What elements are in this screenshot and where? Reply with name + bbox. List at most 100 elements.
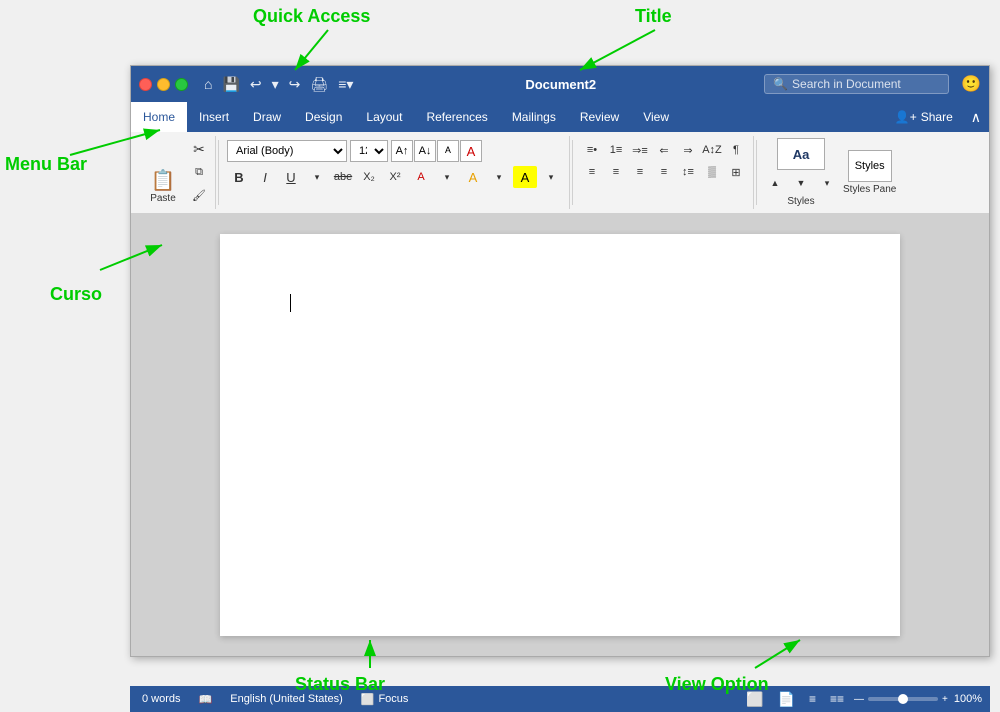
search-box[interactable]: 🔍 Search in Document [764,74,949,94]
paste-split-buttons: ✂ ⧉ 🖌 [187,139,211,207]
focus-mode[interactable]: ⬜ Focus [357,691,413,708]
print-layout-button[interactable]: ⬜ [742,689,767,710]
line-spacing-button[interactable]: ↕≡ [677,162,699,182]
align-left-button[interactable]: ≡ [581,162,603,182]
language[interactable]: English (United States) [226,691,347,707]
menu-item-references[interactable]: References [414,102,499,132]
menu-right: 👤+ Share ∧ [885,102,989,132]
font-size-buttons: A↑ A↓ ᴬ A [391,140,482,162]
para-row-1: ≡• 1≡ ⇒≡ ⇐ ⇒ A↕Z ¶ [581,140,747,160]
menu-item-home[interactable]: Home [131,102,187,132]
menu-item-mailings[interactable]: Mailings [500,102,568,132]
zoom-slider[interactable]: — + [854,694,948,705]
styles-preview: Aa [777,138,825,170]
subscript-button[interactable]: X₂ [357,166,381,188]
underline-button[interactable]: U [279,166,303,188]
font-name-select[interactable]: Arial (Body) [227,140,347,162]
title-bar: ⌂ 💾 ↩ ▾ ↪ 🖨 ≡▾ Document2 🔍 Search in Doc… [131,66,989,102]
share-button[interactable]: 👤+ Share [885,110,963,124]
home-icon[interactable]: ⌂ [200,74,216,94]
font-color-dropdown[interactable]: ▾ [487,166,511,188]
font-size-select[interactable]: 12 [350,140,388,162]
styles-up-button[interactable]: ▲ [763,172,787,194]
strikethrough-button[interactable]: abe [331,166,355,188]
word-count-label: 0 words [142,693,181,705]
language-label: English (United States) [230,693,343,705]
word-count[interactable]: 0 words [138,691,185,707]
focus-icon: ⬜ [361,693,375,706]
document-page[interactable] [220,234,900,636]
borders-button[interactable]: ⊞ [725,162,747,182]
styles-down-button[interactable]: ▼ [789,172,813,194]
cut-button[interactable]: ✂ [187,139,211,161]
zoom-thumb [898,694,908,704]
svg-text:Title: Title [635,6,672,26]
maximize-button[interactable] [175,78,188,91]
emoji-button[interactable]: 🙂 [961,74,981,94]
document-area[interactable] [131,214,989,656]
read-mode-button[interactable]: 📄 [774,689,799,710]
paste-button[interactable]: 📋 Paste [141,168,185,207]
format-painter-button[interactable]: 🖌 [187,185,211,207]
menu-item-view[interactable]: View [631,102,681,132]
text-highlight-dropdown[interactable]: ▾ [539,166,563,188]
align-center-button[interactable]: ≡ [605,162,627,182]
outline-view-button[interactable]: ≡≡ [826,690,848,708]
undo-dropdown-icon[interactable]: ▾ [268,74,283,95]
copy-button[interactable]: ⧉ [187,162,211,184]
menu-item-layout[interactable]: Layout [354,102,414,132]
close-button[interactable] [139,78,152,91]
multilevel-list-button[interactable]: ⇒≡ [629,140,651,160]
svg-text:Curso: Curso [50,284,102,304]
menu-item-insert[interactable]: Insert [187,102,241,132]
ribbon-separator-1 [218,140,219,205]
paste-label: Paste [150,193,176,204]
decrease-indent-button[interactable]: ⇐ [653,140,675,160]
shading-button[interactable]: ▒ [701,162,723,182]
underline-dropdown[interactable]: ▾ [305,166,329,188]
numbering-button[interactable]: 1≡ [605,140,627,160]
search-icon: 🔍 [773,77,788,91]
para-row-2: ≡ ≡ ≡ ≡ ↕≡ ▒ ⊞ [581,162,747,182]
clear-format-button[interactable]: ᴬ [437,140,459,162]
menu-item-design[interactable]: Design [293,102,354,132]
bold-button[interactable]: B [227,166,251,188]
proofing-icon[interactable]: 📖 [195,691,217,708]
collapse-ribbon-button[interactable]: ∧ [963,109,989,126]
italic-button[interactable]: I [253,166,277,188]
styles-label: Styles [787,196,814,207]
styles-group: Aa ▲ ▼ ▾ Styles Styles Styles Pane [759,136,900,209]
traffic-lights [139,78,188,91]
bullets-button[interactable]: ≡• [581,140,603,160]
align-right-button[interactable]: ≡ [629,162,651,182]
superscript-button[interactable]: X² [383,166,407,188]
decrease-font-size-button[interactable]: A↓ [414,140,436,162]
focus-label: Focus [378,693,408,705]
paragraph-group: ≡• 1≡ ⇒≡ ⇐ ⇒ A↕Z ¶ ≡ ≡ ≡ ≡ ↕≡ ▒ ⊞ [575,136,754,209]
font-color-button[interactable]: A [461,166,485,188]
text-highlight-button[interactable]: A [513,166,537,188]
justify-button[interactable]: ≡ [653,162,675,182]
save-icon[interactable]: 💾 [218,74,243,95]
increase-indent-button[interactable]: ⇒ [677,140,699,160]
menu-item-review[interactable]: Review [568,102,631,132]
paragraph-buttons: ≡• 1≡ ⇒≡ ⇐ ⇒ A↕Z ¶ ≡ ≡ ≡ ≡ ↕≡ ▒ ⊞ [581,140,747,182]
font-row: Arial (Body) 12 A↑ A↓ ᴬ A [227,140,482,162]
undo-icon[interactable]: ↩ [246,74,266,95]
format-row: B I U ▾ abe X₂ X² A ▾ A ▾ A ▾ [227,166,563,188]
list-view-button[interactable]: ≡ [805,690,820,708]
increase-font-size-button[interactable]: A↑ [391,140,413,162]
highlight-color-button[interactable]: A [409,166,433,188]
customize-qa-icon[interactable]: ≡▾ [334,74,357,95]
styles-expand-button[interactable]: ▾ [815,172,839,194]
sort-button[interactable]: A↕Z [701,140,723,160]
show-hide-button[interactable]: ¶ [725,140,747,160]
ribbon-separator-3 [756,140,757,205]
menu-item-draw[interactable]: Draw [241,102,293,132]
text-effects-button[interactable]: A [460,140,482,162]
redo-icon[interactable]: ↪ [285,74,305,95]
print-icon[interactable]: 🖨 [306,74,332,95]
minimize-button[interactable] [157,78,170,91]
word-window: ⌂ 💾 ↩ ▾ ↪ 🖨 ≡▾ Document2 🔍 Search in Doc… [130,65,990,657]
highlight-dropdown[interactable]: ▾ [435,166,459,188]
